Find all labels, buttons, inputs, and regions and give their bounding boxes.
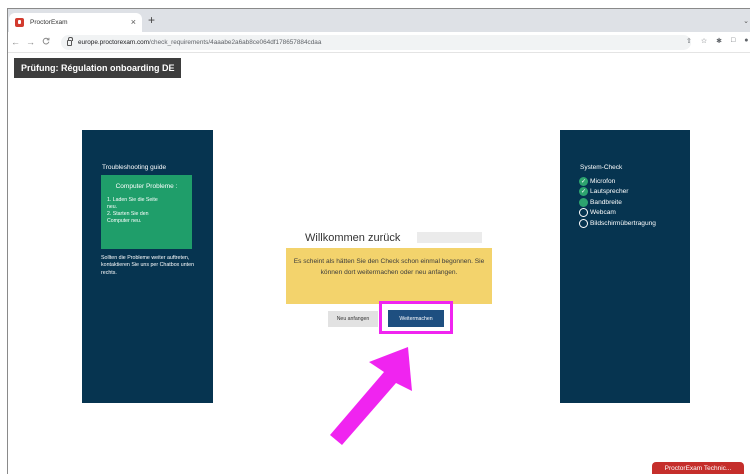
profile-icon[interactable]: ● [744,37,748,45]
system-check-list: ✓ Microfon ✓ Lautsprecher Bandbreite Web… [579,176,656,229]
check-label: Lautsprecher [590,188,629,196]
new-tab-button[interactable]: + [148,14,155,26]
welcome-heading: Willkommen zurück [305,232,401,244]
star-icon[interactable]: ☆ [701,37,707,45]
check-ok-icon: ✓ [579,187,588,197]
lock-icon[interactable] [67,36,73,46]
restart-button[interactable]: Neu anfangen [328,311,378,327]
system-check-heading: System-Check [580,164,623,171]
check-pending-icon [579,208,588,218]
computer-problems-title: Computer Probleme : [115,183,178,190]
browser-actions: ⇧ ☆ ✱ □ ● [686,37,749,45]
support-note: Sollten die Probleme weiter auftreten, k… [101,255,195,276]
url-host: europe.proctorexam.com [78,39,150,46]
tab-close-icon[interactable]: × [131,18,136,27]
tab-search-icon[interactable]: ⌄ [743,17,749,25]
troubleshooting-heading: Troubleshooting guide [102,164,167,171]
check-pending-icon [579,218,588,228]
reload-icon[interactable] [38,37,53,47]
check-label: Bandbreite [590,198,622,206]
system-check-panel: System-Check ✓ Microfon ✓ Lautsprecher B… [560,130,690,403]
check-item-bandbreite: Bandbreite [579,197,656,208]
forward-icon[interactable]: → [23,37,38,47]
tab-strip: ProctorExam × + ⌄ [8,9,750,32]
proctorexam-favicon-icon [15,18,24,27]
highlight-box [379,301,453,334]
browser-tab[interactable]: ProctorExam × [9,13,142,32]
browser-toolbar: ← → europe.proctorexam.com/check_require… [8,32,750,53]
check-item-webcam: Webcam [579,208,656,219]
back-icon[interactable]: ← [8,37,23,47]
check-item-microfon: ✓ Microfon [579,176,656,187]
url-text: europe.proctorexam.com/check_requirement… [78,39,321,46]
check-item-screenshare: Bildschirmübertragung [579,218,656,229]
browser-window: ProctorExam × + ⌄ ← → europe.proctorexam… [7,8,750,474]
check-label: Webcam [590,209,616,217]
extensions-icon[interactable]: ✱ [716,37,722,45]
computer-problems-steps: 1. Laden Sie die Seite neu. 2. Starten S… [107,197,158,224]
pointer-arrow-icon [330,347,412,445]
redacted-user-name [417,232,482,243]
check-label: Bildschirmübertragung [590,219,656,227]
sidepanel-icon[interactable]: □ [731,37,735,45]
check-running-icon [579,197,588,207]
share-icon[interactable]: ⇧ [686,37,692,45]
check-ok-icon: ✓ [579,176,588,186]
check-label: Microfon [590,177,616,185]
troubleshooting-panel: Troubleshooting guide Computer Probleme … [82,130,213,403]
tab-title: ProctorExam [30,19,68,26]
check-item-lautsprecher: ✓ Lautsprecher [579,187,656,198]
support-chat-button[interactable]: ProctorExam Technic... [652,462,744,474]
url-path: /check_requirements/4aaabe2a6ab8ce064df1… [149,39,322,46]
computer-problems-box: Computer Probleme : 1. Laden Sie die Sei… [101,175,192,249]
resume-notice: Es scheint als hätten Sie den Check scho… [286,248,492,304]
exam-title: Prüfung: Régulation onboarding DE [14,58,182,78]
address-bar[interactable]: europe.proctorexam.com/check_requirement… [61,35,691,50]
